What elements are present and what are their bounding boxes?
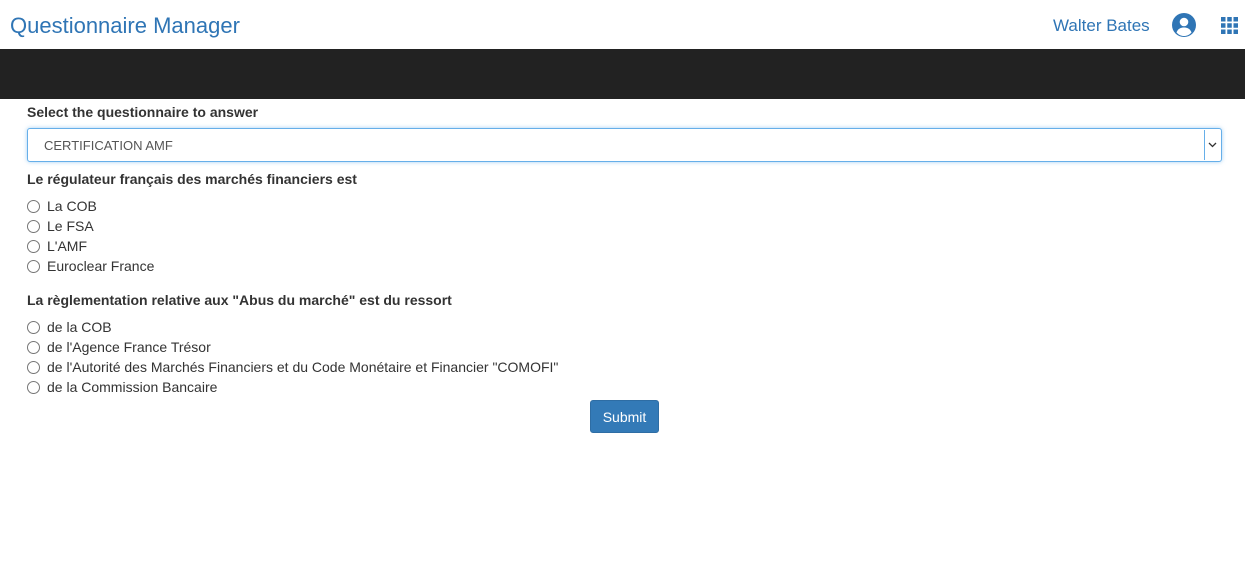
- question-2-option[interactable]: de la COB: [27, 317, 1222, 337]
- radio-button[interactable]: [27, 259, 40, 273]
- radio-button[interactable]: [27, 320, 40, 334]
- dark-banner: [0, 49, 1245, 99]
- user-name-link[interactable]: Walter Bates: [1053, 16, 1150, 36]
- question-2-option[interactable]: de l'Autorité des Marchés Financiers et …: [27, 357, 1222, 377]
- questionnaire-form: Select the questionnaire to answer CERTI…: [27, 104, 1222, 397]
- question-1-option[interactable]: La COB: [27, 196, 1222, 216]
- account-circle-icon[interactable]: [1171, 12, 1197, 38]
- top-navbar: Questionnaire Manager Walter Bates: [0, 0, 1245, 49]
- question-1-option[interactable]: L'AMF: [27, 236, 1222, 256]
- questionnaire-select[interactable]: CERTIFICATION AMF: [27, 128, 1222, 162]
- question-1-option[interactable]: Euroclear France: [27, 256, 1222, 276]
- submit-button[interactable]: Submit: [590, 400, 659, 433]
- question-1-option[interactable]: Le FSA: [27, 216, 1222, 236]
- radio-button[interactable]: [27, 360, 40, 374]
- selected-questionnaire: CERTIFICATION AMF: [44, 138, 173, 153]
- radio-button[interactable]: [27, 199, 40, 213]
- submit-area: Submit: [590, 400, 659, 433]
- question-1-title: Le régulateur français des marchés finan…: [27, 171, 357, 187]
- question-1-options: La COB Le FSA L'AMF Euroclear France: [27, 196, 1222, 276]
- radio-button[interactable]: [27, 219, 40, 233]
- option-label: de la COB: [47, 319, 112, 335]
- question-2-option[interactable]: de l'Agence France Trésor: [27, 337, 1222, 357]
- option-label: de l'Agence France Trésor: [47, 339, 211, 355]
- option-label: de la Commission Bancaire: [47, 379, 218, 395]
- chevron-down-icon: [1208, 142, 1217, 148]
- option-label: La COB: [47, 198, 97, 214]
- app-title[interactable]: Questionnaire Manager: [10, 12, 240, 40]
- select-label: Select the questionnaire to answer: [27, 104, 259, 120]
- option-label: Euroclear France: [47, 258, 155, 274]
- radio-button[interactable]: [27, 239, 40, 253]
- question-2-title: La règlementation relative aux "Abus du …: [27, 292, 452, 308]
- question-2-options: de la COB de l'Agence France Trésor de l…: [27, 317, 1222, 397]
- dropdown-arrow[interactable]: [1204, 130, 1220, 160]
- radio-button[interactable]: [27, 380, 40, 394]
- option-label: L'AMF: [47, 238, 88, 254]
- apps-grid-icon[interactable]: [1221, 17, 1238, 34]
- option-label: Le FSA: [47, 218, 94, 234]
- radio-button[interactable]: [27, 340, 40, 354]
- option-label: de l'Autorité des Marchés Financiers et …: [47, 359, 559, 375]
- question-2-option[interactable]: de la Commission Bancaire: [27, 377, 1222, 397]
